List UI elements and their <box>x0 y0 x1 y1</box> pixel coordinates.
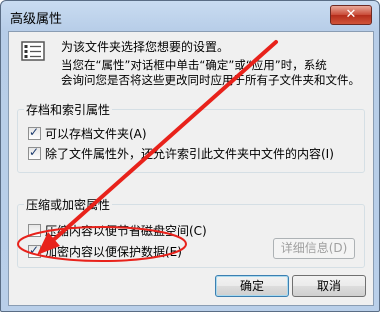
close-button[interactable]: ✕ <box>330 5 372 25</box>
title-bar[interactable]: 高级属性 ✕ <box>1 1 379 31</box>
archive-index-group: 存档和索引属性 ✓ 可以存档文件夹(A) ✓ 除了文件属性外，还允许索引此文件夹… <box>17 101 365 173</box>
index-checkbox[interactable]: ✓ <box>28 145 41 160</box>
encrypt-checkbox-row[interactable]: ✓ 加密内容以便保护数据(E) <box>28 243 182 260</box>
archive-group-label: 存档和索引属性 <box>24 101 113 118</box>
checkmark-icon: ✓ <box>29 145 40 159</box>
archive-checkbox-row[interactable]: ✓ 可以存档文件夹(A) <box>28 125 147 142</box>
compress-encrypt-group: 压缩或加密属性 压缩内容以便节省磁盘空间(C) ✓ 加密内容以便保护数据(E) … <box>17 196 365 268</box>
checkmark-icon: ✓ <box>29 243 40 257</box>
ok-button[interactable]: 确定 <box>215 275 289 297</box>
encrypt-checkbox[interactable]: ✓ <box>28 243 41 258</box>
archive-checkbox[interactable]: ✓ <box>28 125 41 140</box>
intro-line-1: 为该文件夹选择您想要的设置。 <box>61 40 230 54</box>
encrypt-checkbox-label: 加密内容以便保护数据(E) <box>45 245 182 259</box>
index-checkbox-label: 除了文件属性外，还允许索引此文件夹中文件的内容(I) <box>45 147 334 161</box>
index-checkbox-row[interactable]: ✓ 除了文件属性外，还允许索引此文件夹中文件的内容(I) <box>28 145 334 162</box>
window-title: 高级属性 <box>10 12 63 27</box>
details-button[interactable]: 详细信息(D) <box>273 238 355 259</box>
compress-checkbox-row[interactable]: 压缩内容以便节省磁盘空间(C) <box>28 222 207 239</box>
dialog-client-area: 为该文件夹选择您想要的设置。 当您在“属性”对话框中单击“确定”或“应用”时，系… <box>8 31 374 306</box>
intro-text: 为该文件夹选择您想要的设置。 当您在“属性”对话框中单击“确定”或“应用”时，系… <box>61 40 361 88</box>
settings-list-icon <box>21 41 45 61</box>
cancel-button[interactable]: 取消 <box>292 275 366 297</box>
close-icon: ✕ <box>345 7 357 22</box>
compress-checkbox[interactable] <box>28 224 41 237</box>
intro-line-3: 会询问您是否将这些更改同时应用于所有子文件夹和文件。 <box>61 73 360 87</box>
compress-group-label: 压缩或加密属性 <box>24 196 113 213</box>
dialog-window: 高级属性 ✕ 为该文件夹选择您想要的设置。 当您在“属性”对话框中单击“确定”或… <box>0 0 380 312</box>
compress-checkbox-label: 压缩内容以便节省磁盘空间(C) <box>45 224 207 238</box>
checkmark-icon: ✓ <box>29 125 40 139</box>
archive-checkbox-label: 可以存档文件夹(A) <box>45 127 147 141</box>
intro-line-2: 当您在“属性”对话框中单击“确定”或“应用”时，系统 <box>61 58 327 72</box>
